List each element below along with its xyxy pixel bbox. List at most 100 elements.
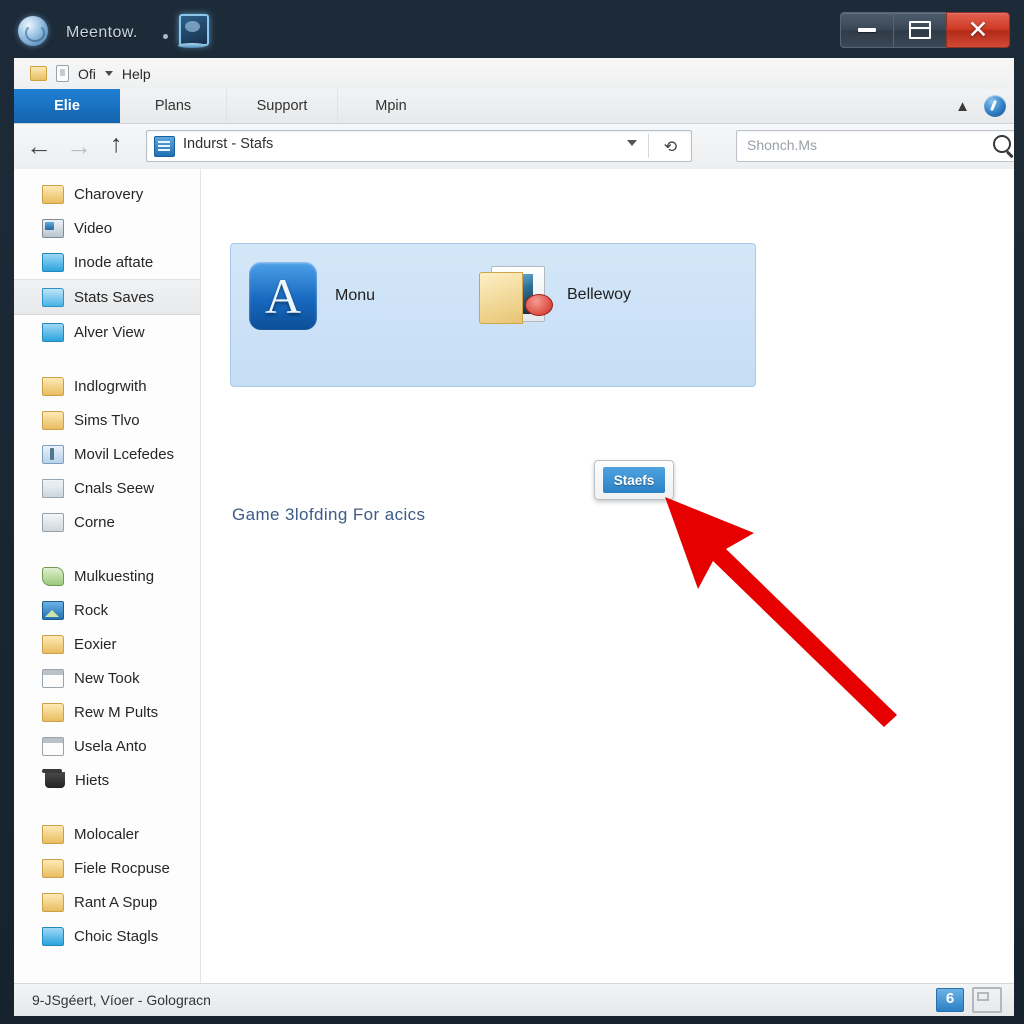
- chevron-up-icon[interactable]: ▲: [955, 98, 970, 115]
- arrow-up-icon[interactable]: ↑: [110, 132, 123, 157]
- menu-strip: Ofi Help: [14, 58, 1014, 89]
- sidebar-item-label: Indlogrwith: [74, 377, 147, 395]
- divider: [648, 134, 649, 158]
- details-view-button[interactable]: [936, 988, 964, 1012]
- sidebar-item-eoxier[interactable]: Eoxier: [14, 627, 200, 661]
- refresh-icon[interactable]: ⟳: [664, 137, 677, 157]
- sidebar-item-label: Rew M Pults: [74, 703, 159, 721]
- sidebar-item-fiele-rocpuse[interactable]: Fiele Rocpuse: [14, 851, 200, 885]
- sidebar-item-label: Eoxier: [74, 635, 117, 653]
- sidebar-item-inode-aftate[interactable]: Inode aftate: [14, 245, 200, 279]
- chevron-down-icon[interactable]: [627, 140, 637, 146]
- sidebar-item-sims-tlvo[interactable]: Sims Tlvo: [14, 403, 200, 437]
- sidebar-item-label: Stats Saves: [74, 288, 155, 306]
- folder-yellow-icon: [42, 858, 64, 878]
- help-orb-icon[interactable]: [984, 95, 1006, 117]
- sidebar-item-hiets[interactable]: Hiets: [14, 763, 200, 797]
- sidebar-item-label: Hiets: [75, 771, 110, 789]
- folder-icon: [30, 66, 47, 81]
- search-input[interactable]: Shonch.Ms: [736, 130, 1014, 162]
- tab-elie[interactable]: Elie: [14, 89, 120, 123]
- arrow-left-icon[interactable]: ←: [26, 133, 52, 159]
- folder-yellow-icon: [42, 634, 64, 654]
- sidebar-item-label: Corne: [74, 513, 115, 531]
- sidebar-item-rew-m-pults[interactable]: Rew M Pults: [14, 695, 200, 729]
- sidebar-item-label: Mulkuesting: [74, 567, 155, 585]
- search-icon[interactable]: [993, 135, 1011, 153]
- file-item-label: Monu: [335, 287, 376, 304]
- sidebar-item-label: Video: [74, 219, 113, 237]
- tab-label: Elie: [54, 98, 80, 114]
- sidebar-item-label: New Took: [74, 669, 140, 687]
- folder-yellow-icon: [42, 892, 64, 912]
- address-input[interactable]: Indurst - Stafs ⟳: [146, 130, 692, 162]
- sidebar-item-label: Rant A Spup: [74, 893, 158, 911]
- selection-rectangle[interactable]: A Monu Bellewoy: [230, 243, 756, 387]
- sidebar-item-video[interactable]: Video: [14, 211, 200, 245]
- sidebar-group-divider: [14, 349, 200, 369]
- icons-view-button[interactable]: [972, 987, 1002, 1013]
- maximize-button[interactable]: [893, 12, 946, 48]
- chevron-down-icon[interactable]: [104, 71, 113, 76]
- app-a-icon: A: [249, 262, 317, 330]
- sidebar-item-label: Cnals Seew: [74, 479, 155, 497]
- sidebar-item-stats-saves[interactable]: Stats Saves: [14, 279, 200, 315]
- arrow-right-icon[interactable]: →: [66, 133, 92, 159]
- sidebar-item-movil-lcefedes[interactable]: Movil Lcefedes: [14, 437, 200, 471]
- red-arrow-annotation: [665, 497, 897, 727]
- minimize-button[interactable]: [840, 12, 893, 48]
- folder-yellow-icon: [42, 824, 64, 844]
- file-item-bellewoy[interactable]: Bellewoy: [479, 264, 631, 326]
- sidebar-item-indlogrwith[interactable]: Indlogrwith: [14, 369, 200, 403]
- sidebar-item-corne[interactable]: Corne: [14, 505, 200, 539]
- folder-blue-icon: [42, 287, 64, 307]
- window-controls: ✕: [840, 12, 1010, 48]
- sidebar-item-molocaler[interactable]: Molocaler: [14, 817, 200, 851]
- sidebar-item-rock[interactable]: Rock: [14, 593, 200, 627]
- close-icon: ✕: [967, 15, 989, 44]
- sidebar-group-divider: [14, 539, 200, 559]
- document-icon: [56, 65, 69, 82]
- navigation-sidebar[interactable]: Charovery Video Inode aftate Stats Saves…: [14, 169, 201, 984]
- file-explorer-window: Meentow. ✕ Ofi Help Elie Plans Support M…: [0, 0, 1024, 1024]
- tab-label: Support: [256, 98, 308, 114]
- sidebar-item-charovery[interactable]: Charovery: [14, 177, 200, 211]
- folder-blue-icon: [42, 252, 64, 272]
- picture-icon: [42, 600, 64, 620]
- recycle-bin-icon: [42, 769, 65, 788]
- menu-item-ofi[interactable]: Ofi: [78, 66, 96, 82]
- tab-plans[interactable]: Plans: [120, 89, 227, 123]
- library-icon: [154, 136, 175, 157]
- tooltip-popup[interactable]: Staefs: [594, 460, 674, 500]
- envelope-icon: [42, 478, 64, 498]
- sidebar-item-label: Fiele Rocpuse: [74, 859, 170, 877]
- folder-yellow-icon: [42, 702, 64, 722]
- leaf-icon: [42, 566, 64, 586]
- sidebar-item-mulkuesting[interactable]: Mulkuesting: [14, 559, 200, 593]
- sidebar-item-usela-anto[interactable]: Usela Anto: [14, 729, 200, 763]
- tab-label: Mpin: [375, 98, 407, 114]
- tool-icon: [42, 444, 64, 464]
- sidebar-item-label: Movil Lcefedes: [74, 445, 175, 463]
- sidebar-item-alver-view[interactable]: Alver View: [14, 315, 200, 349]
- sidebar-group-divider: [14, 797, 200, 817]
- tab-support[interactable]: Support: [227, 89, 338, 123]
- file-list-pane[interactable]: A Monu Bellewoy Staefs Game 3lofding For…: [201, 169, 1014, 984]
- title-dot: [163, 34, 168, 39]
- menu-item-help[interactable]: Help: [122, 66, 151, 82]
- close-button[interactable]: ✕: [946, 12, 1010, 48]
- sidebar-item-new-took[interactable]: New Took: [14, 661, 200, 695]
- sidebar-item-label: Inode aftate: [74, 253, 154, 271]
- tab-mpin[interactable]: Mpin: [338, 89, 444, 123]
- sidebar-item-cnals-seew[interactable]: Cnals Seew: [14, 471, 200, 505]
- calendar-icon: [42, 668, 64, 688]
- staefs-button[interactable]: Staefs: [603, 467, 665, 493]
- calendar-icon: [42, 736, 64, 756]
- sidebar-item-rant-a-spup[interactable]: Rant A Spup: [14, 885, 200, 919]
- sidebar-item-label: Rock: [74, 601, 109, 619]
- folder-picture-icon: [479, 264, 553, 326]
- window-title: Meentow.: [66, 24, 138, 41]
- folder-blue-icon: [42, 322, 64, 342]
- sidebar-item-choic-stagls[interactable]: Choic Stagls: [14, 919, 200, 953]
- file-item-monu[interactable]: A Monu: [249, 262, 375, 330]
